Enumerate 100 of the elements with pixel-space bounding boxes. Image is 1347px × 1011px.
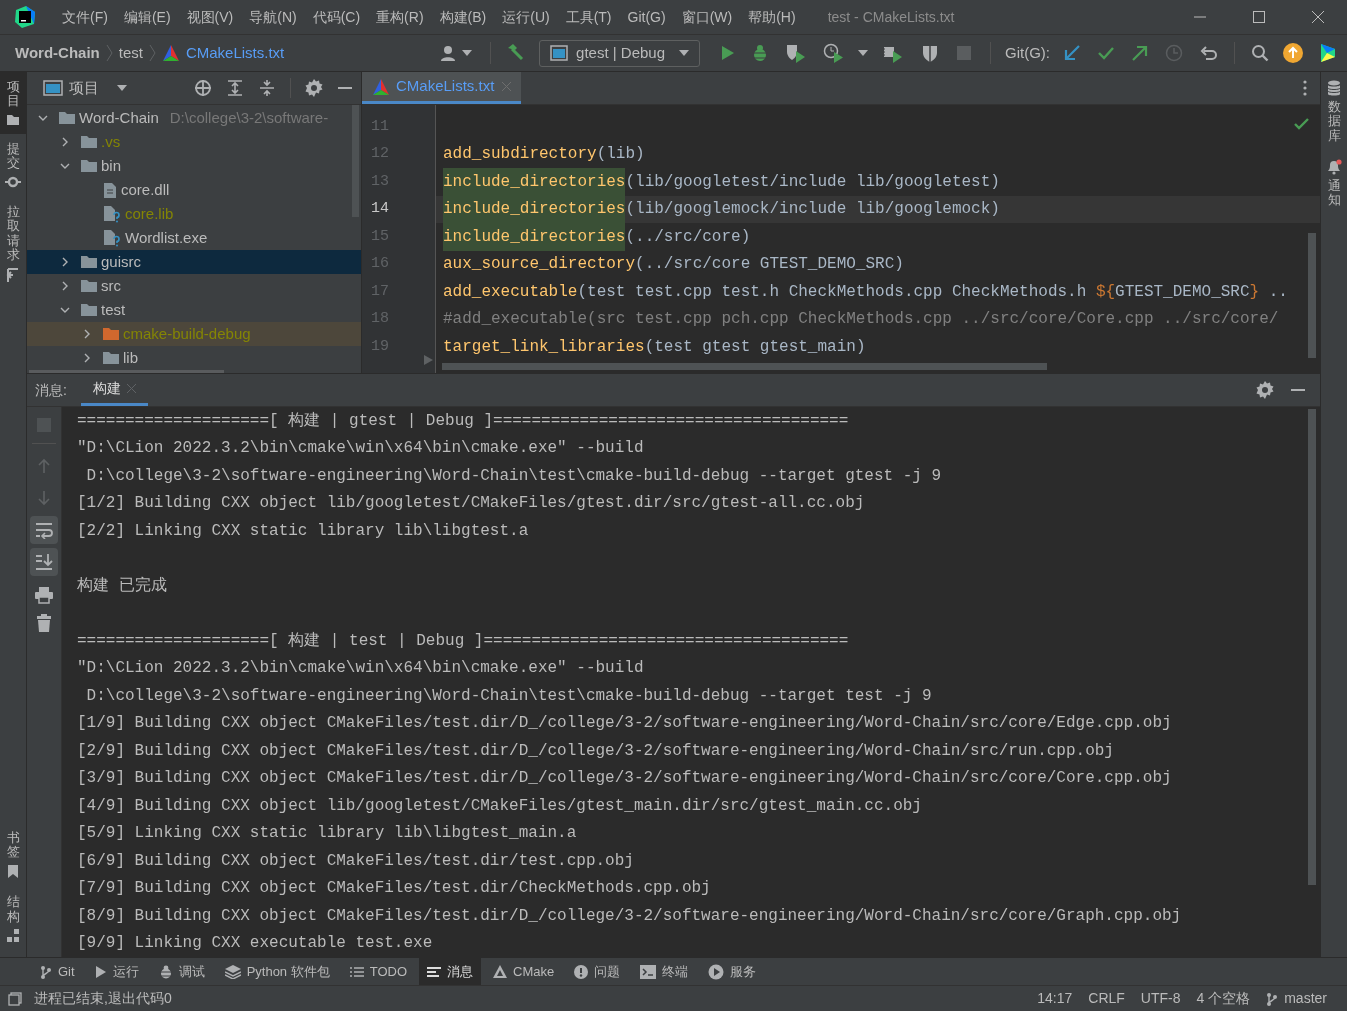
menu-item[interactable]: 窗口(W) <box>673 6 741 28</box>
tool-window-button[interactable]: 项目 <box>0 72 26 134</box>
shield-icon[interactable] <box>922 44 938 62</box>
list-icon <box>349 965 364 978</box>
expand-all-icon[interactable] <box>226 79 244 97</box>
cmake-file-icon <box>161 44 180 62</box>
scrollbar[interactable] <box>1308 409 1316 885</box>
menu-item[interactable]: 构建(B) <box>431 6 495 28</box>
tool-window-button[interactable]: 书签 <box>0 822 26 888</box>
print-icon[interactable] <box>34 586 54 604</box>
unknown-file-icon <box>103 205 121 223</box>
console-line: [2/2] Linking CXX static library lib\libgtest.a <box>77 520 530 542</box>
window-icon[interactable] <box>8 991 22 1006</box>
locate-icon[interactable] <box>194 79 212 97</box>
tool-window-button[interactable]: TODO <box>341 958 416 985</box>
tree-item[interactable]: guisrc <box>27 250 361 274</box>
tool-window-button[interactable]: 终端 <box>632 958 697 985</box>
tree-item[interactable]: bin <box>27 154 361 178</box>
tree-item[interactable]: Word-Chain D:\college\3-2\software- <box>27 106 361 130</box>
coverage-icon[interactable] <box>785 43 807 63</box>
tool-window-button[interactable]: CMake <box>485 958 563 985</box>
tool-window-button[interactable]: Python 软件包 <box>216 958 338 985</box>
soft-wrap-icon[interactable] <box>30 516 58 544</box>
status-item[interactable]: 14:17 <box>1037 988 1073 1009</box>
tool-window-button[interactable]: 拉取请求 <box>0 197 26 292</box>
panel-label: 消息: <box>35 380 67 400</box>
tool-window-button[interactable]: 通知 <box>1321 150 1347 216</box>
arrow-down-left-icon[interactable] <box>1063 44 1081 62</box>
panel-title[interactable]: 项目 <box>69 76 99 100</box>
scrollbar[interactable] <box>1308 233 1316 358</box>
scroll-to-end-icon[interactable] <box>30 548 58 576</box>
trash-icon[interactable] <box>36 614 52 632</box>
console-line: [1/2] Building CXX object lib/googletest/CMakeFiles/gtest.dir/src/gtest-all.cc.obj <box>77 493 866 515</box>
menu-item[interactable]: 视图(V) <box>178 6 242 28</box>
menu-item[interactable]: 工具(T) <box>557 6 620 28</box>
undo-icon[interactable] <box>1199 44 1217 62</box>
settings-icon[interactable] <box>1256 381 1274 399</box>
menu-item[interactable]: 帮助(H) <box>740 6 804 28</box>
tool-window-button[interactable]: 数据库 <box>1321 72 1347 151</box>
folder-icon <box>103 352 119 364</box>
collapse-all-icon[interactable] <box>258 79 276 97</box>
tool-window-button[interactable]: 问题 <box>566 958 629 985</box>
code-text: #add_executable(src test.cpp pch.cpp CheckMethods.cpp ../src/core/Core.cpp ../src/core/ <box>443 309 1279 331</box>
console-line: 构建 已完成 <box>77 575 168 597</box>
search-icon[interactable] <box>1251 44 1269 62</box>
user-icon[interactable] <box>441 45 473 61</box>
tree-item[interactable]: src <box>27 274 361 298</box>
chevron-down-icon[interactable] <box>37 113 49 123</box>
scrollbar[interactable] <box>352 105 359 217</box>
breadcrumb[interactable]: test <box>118 41 143 65</box>
chevron-down-icon[interactable] <box>59 161 71 171</box>
menu-item[interactable]: 文件(F) <box>54 6 116 28</box>
console-line: [4/9] Building CXX object lib/googletest/CMakeFiles/gtest_main.dir/src/gtest_main.cc.obj <box>77 795 923 817</box>
menu-item[interactable]: 运行(U) <box>494 6 558 28</box>
console-line: "D:\CLion 2022.3.2\bin\cmake\win\x64\bin\cmake.exe" --build <box>77 658 645 680</box>
breadcrumb[interactable]: CMakeLists.txt <box>185 41 285 65</box>
chevron-down-icon[interactable] <box>59 305 71 315</box>
scrollbar[interactable] <box>442 363 1047 370</box>
tree-item[interactable]: Wordlist.exe <box>27 226 361 250</box>
menu-item[interactable]: 代码(C) <box>304 6 369 28</box>
code-text: include_directories <box>443 223 626 251</box>
tree-item[interactable]: lib <box>27 346 361 370</box>
code-text: (lib/googlemock/include lib/googlemock) <box>625 199 1000 221</box>
tree-item[interactable]: core.dll <box>27 178 361 202</box>
caret-icon[interactable] <box>117 85 127 91</box>
tool-window-button[interactable]: 提交 <box>0 133 26 198</box>
tool-window-button[interactable]: 运行 <box>86 958 147 985</box>
caret-icon[interactable] <box>858 50 868 56</box>
debug-icon[interactable] <box>751 44 769 62</box>
menu-item[interactable]: 编辑(E) <box>115 6 179 28</box>
tool-window-button[interactable]: 调试 <box>150 958 213 985</box>
settings-icon[interactable] <box>305 79 323 97</box>
triangle-icon <box>493 965 508 978</box>
menu-item[interactable]: Git(G) <box>619 6 674 28</box>
status-item[interactable]: UTF-8 <box>1140 988 1181 1009</box>
status-item[interactable]: master <box>1284 988 1327 1009</box>
run-config-dropdown[interactable]: gtest | Debug <box>539 39 700 67</box>
tool-window-button[interactable]: 服务 <box>700 958 765 985</box>
profile-icon[interactable] <box>823 43 845 63</box>
menu-item[interactable]: 导航(N) <box>241 6 305 28</box>
tool-window-button[interactable]: 消息 <box>419 958 482 985</box>
status-item[interactable]: CRLF <box>1088 988 1125 1009</box>
code-text: ${ <box>1095 281 1116 303</box>
code-text: .. <box>1267 281 1288 303</box>
breadcrumb[interactable]: Word-Chain <box>15 41 100 65</box>
bug-icon <box>158 964 173 979</box>
run-icon[interactable] <box>719 45 735 61</box>
code-text: (lib) <box>596 144 645 166</box>
console-line: [6/9] Building CXX object CMakeFiles/test.dir/test.cpp.obj <box>77 850 635 872</box>
update-icon[interactable] <box>1283 43 1303 63</box>
arrow-up-right-icon[interactable] <box>1131 44 1149 62</box>
window-title: test - CMakeLists.txt <box>827 7 955 27</box>
tree-item[interactable]: test <box>27 298 361 322</box>
menu-item[interactable]: 重构(R) <box>368 6 432 28</box>
structure-icon <box>6 929 20 943</box>
status-item[interactable]: 4 个空格 <box>1196 988 1251 1009</box>
tool-window-button[interactable]: Git <box>32 958 83 985</box>
layers-icon <box>224 964 241 979</box>
commit-icon <box>5 175 21 190</box>
tool-window-button[interactable]: 结构 <box>0 887 26 951</box>
